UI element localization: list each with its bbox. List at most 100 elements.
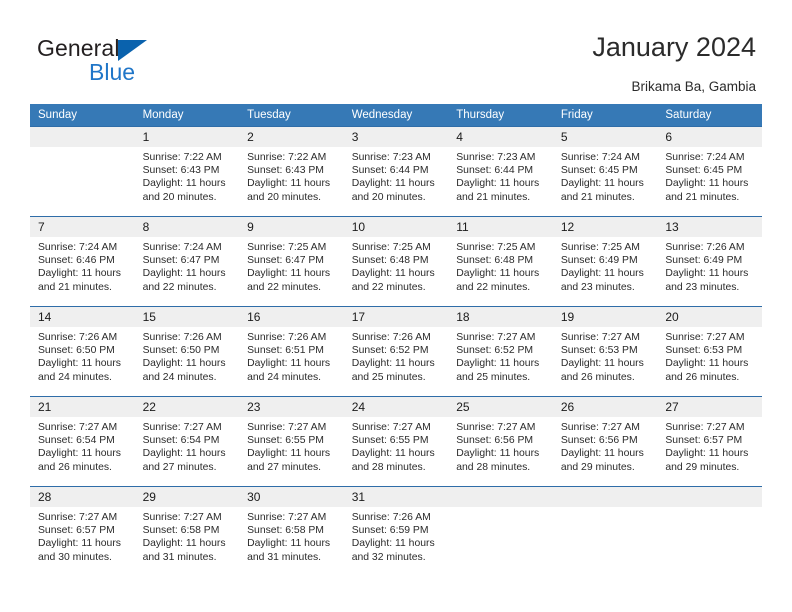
day-details: Sunrise: 7:25 AM Sunset: 6:47 PM Daylight:… xyxy=(239,237,344,294)
weekday-header-thursday: Thursday xyxy=(448,104,553,127)
sunrise-text: Sunrise: 7:24 AM xyxy=(665,152,745,163)
sunrise-text: Sunrise: 7:27 AM xyxy=(247,512,327,523)
daylight-text: and 28 minutes. xyxy=(351,461,426,473)
sunset-text: Sunset: 6:48 PM xyxy=(456,255,534,267)
day-cell[interactable]: 25 Sunrise: 7:27 AM Sunset: 6:56 PM Dayligh… xyxy=(448,396,553,487)
sunset-text: Sunset: 6:43 PM xyxy=(247,165,324,177)
day-number: 28 xyxy=(30,487,135,507)
day-number: 24 xyxy=(343,397,449,417)
sunset-text: Sunset: 6:54 PM xyxy=(142,435,220,447)
daylight-text: Daylight: 11 hours xyxy=(142,358,226,370)
sunset-text: Sunset: 6:44 PM xyxy=(351,165,429,177)
weekday-header-wednesday: Wednesday xyxy=(343,104,449,127)
day-cell[interactable]: 12 Sunrise: 7:25 AM Sunset: 6:49 PM Dayligh… xyxy=(552,216,658,307)
daylight-text: and 22 minutes. xyxy=(142,281,217,293)
daylight-text: and 24 minutes. xyxy=(38,371,112,383)
day-number xyxy=(552,487,658,507)
daylight-text: and 26 minutes. xyxy=(665,371,740,383)
day-cell[interactable]: 20 Sunrise: 7:27 AM Sunset: 6:53 PM Dayligh… xyxy=(657,306,762,397)
daylight-text: and 24 minutes. xyxy=(142,371,217,383)
daylight-text: Daylight: 11 hours xyxy=(142,268,226,280)
day-details: Sunrise: 7:24 AM Sunset: 6:46 PM Daylight:… xyxy=(30,237,135,294)
day-number xyxy=(657,487,762,507)
daylight-text: Daylight: 11 hours xyxy=(456,448,540,460)
sunrise-text: Sunrise: 7:25 AM xyxy=(351,242,431,253)
day-cell[interactable]: 16 Sunrise: 7:26 AM Sunset: 6:51 PM Dayligh… xyxy=(239,306,344,397)
day-number: 21 xyxy=(30,397,135,417)
day-cell[interactable]: 23 Sunrise: 7:27 AM Sunset: 6:55 PM Dayligh… xyxy=(239,396,344,487)
day-details: Sunrise: 7:26 AM Sunset: 6:49 PM Daylight:… xyxy=(657,237,762,294)
day-number: 18 xyxy=(448,307,553,327)
daylight-text: and 30 minutes. xyxy=(38,551,112,563)
day-cell[interactable]: 24 Sunrise: 7:27 AM Sunset: 6:55 PM Dayligh… xyxy=(343,396,449,487)
day-cell[interactable]: 31 Sunrise: 7:26 AM Sunset: 6:59 PM Dayligh… xyxy=(343,486,449,576)
day-cell[interactable]: 9 Sunrise: 7:25 AM Sunset: 6:47 PM Daylight… xyxy=(239,216,344,307)
day-cell[interactable]: 3 Sunrise: 7:23 AM Sunset: 6:44 PM Daylight… xyxy=(343,126,449,217)
day-details: Sunrise: 7:27 AM Sunset: 6:58 PM Daylight:… xyxy=(239,507,344,564)
sunset-text: Sunset: 6:44 PM xyxy=(456,165,534,177)
day-cell[interactable]: 4 Sunrise: 7:23 AM Sunset: 6:44 PM Daylight… xyxy=(448,126,553,217)
weekday-header-friday: Friday xyxy=(552,104,658,127)
daylight-text: Daylight: 11 hours xyxy=(351,358,435,370)
daylight-text: Daylight: 11 hours xyxy=(665,358,749,370)
daylight-text: and 29 minutes. xyxy=(665,461,740,473)
day-details: Sunrise: 7:22 AM Sunset: 6:43 PM Daylight:… xyxy=(135,147,240,204)
day-cell[interactable]: 2 Sunrise: 7:22 AM Sunset: 6:43 PM Daylight… xyxy=(239,126,344,217)
sunset-text: Sunset: 6:53 PM xyxy=(665,345,743,357)
daylight-text: and 23 minutes. xyxy=(560,281,635,293)
general-blue-logo[interactable]: General Blue xyxy=(37,36,217,85)
sunrise-text: Sunrise: 7:23 AM xyxy=(456,152,536,163)
day-cell[interactable]: 29 Sunrise: 7:27 AM Sunset: 6:58 PM Dayligh… xyxy=(134,486,240,576)
sunrise-text: Sunrise: 7:27 AM xyxy=(351,422,431,433)
daylight-text: Daylight: 11 hours xyxy=(247,448,331,460)
day-cell[interactable]: 19 Sunrise: 7:27 AM Sunset: 6:53 PM Dayligh… xyxy=(552,306,658,397)
day-number: 13 xyxy=(657,217,762,237)
day-cell-empty xyxy=(448,486,553,576)
day-cell[interactable]: 13 Sunrise: 7:26 AM Sunset: 6:49 PM Dayligh… xyxy=(657,216,762,307)
sunset-text: Sunset: 6:59 PM xyxy=(351,525,429,537)
day-cell[interactable]: 30 Sunrise: 7:27 AM Sunset: 6:58 PM Dayligh… xyxy=(239,486,344,576)
sunrise-text: Sunrise: 7:27 AM xyxy=(456,422,536,433)
sunrise-text: Sunrise: 7:27 AM xyxy=(456,332,536,343)
day-cell[interactable]: 6 Sunrise: 7:24 AM Sunset: 6:45 PM Daylight… xyxy=(657,126,762,217)
sunset-text: Sunset: 6:52 PM xyxy=(456,345,534,357)
sunrise-text: Sunrise: 7:27 AM xyxy=(247,422,327,433)
day-cell[interactable]: 26 Sunrise: 7:27 AM Sunset: 6:56 PM Dayligh… xyxy=(552,396,658,487)
day-number: 1 xyxy=(134,127,240,147)
day-details: Sunrise: 7:26 AM Sunset: 6:50 PM Daylight:… xyxy=(30,327,135,384)
day-cell[interactable]: 18 Sunrise: 7:27 AM Sunset: 6:52 PM Dayligh… xyxy=(448,306,553,397)
sunset-text: Sunset: 6:50 PM xyxy=(38,345,115,357)
day-cell[interactable]: 8 Sunrise: 7:24 AM Sunset: 6:47 PM Daylight… xyxy=(134,216,240,307)
weekday-header-saturday: Saturday xyxy=(657,104,762,127)
page-title: January 2024 xyxy=(592,32,756,62)
day-cell[interactable]: 15 Sunrise: 7:26 AM Sunset: 6:50 PM Dayligh… xyxy=(134,306,240,397)
day-details: Sunrise: 7:27 AM Sunset: 6:56 PM Daylight:… xyxy=(553,417,658,474)
day-details: Sunrise: 7:27 AM Sunset: 6:55 PM Daylight:… xyxy=(239,417,344,474)
day-cell[interactable]: 22 Sunrise: 7:27 AM Sunset: 6:54 PM Dayligh… xyxy=(134,396,240,487)
sunrise-text: Sunrise: 7:27 AM xyxy=(38,512,118,523)
daylight-text: Daylight: 11 hours xyxy=(560,358,644,370)
day-details: Sunrise: 7:24 AM Sunset: 6:45 PM Daylight:… xyxy=(657,147,762,204)
day-details: Sunrise: 7:27 AM Sunset: 6:56 PM Daylight:… xyxy=(448,417,553,474)
day-number: 25 xyxy=(448,397,553,417)
day-cell[interactable]: 27 Sunrise: 7:27 AM Sunset: 6:57 PM Dayligh… xyxy=(657,396,762,487)
day-cell[interactable]: 10 Sunrise: 7:25 AM Sunset: 6:48 PM Dayligh… xyxy=(343,216,449,307)
day-cell[interactable]: 7 Sunrise: 7:24 AM Sunset: 6:46 PM Daylight… xyxy=(30,216,135,307)
day-cell[interactable]: 5 Sunrise: 7:24 AM Sunset: 6:45 PM Daylight… xyxy=(552,126,658,217)
daylight-text: Daylight: 11 hours xyxy=(38,538,121,550)
day-cell[interactable]: 14 Sunrise: 7:26 AM Sunset: 6:50 PM Dayligh… xyxy=(30,306,135,397)
day-cell[interactable]: 21 Sunrise: 7:27 AM Sunset: 6:54 PM Dayligh… xyxy=(30,396,135,487)
day-cell[interactable]: 1 Sunrise: 7:22 AM Sunset: 6:43 PM Daylight… xyxy=(134,126,240,217)
day-cell[interactable]: 28 Sunrise: 7:27 AM Sunset: 6:57 PM Dayligh… xyxy=(30,486,135,576)
day-cell[interactable]: 11 Sunrise: 7:25 AM Sunset: 6:48 PM Dayligh… xyxy=(448,216,553,307)
daylight-text: Daylight: 11 hours xyxy=(665,448,749,460)
day-details: Sunrise: 7:26 AM Sunset: 6:52 PM Daylight:… xyxy=(344,327,449,384)
day-number: 8 xyxy=(134,217,240,237)
calendar-week-row: 21 Sunrise: 7:27 AM Sunset: 6:54 PM Dayligh… xyxy=(30,396,762,487)
day-cell[interactable]: 17 Sunrise: 7:26 AM Sunset: 6:52 PM Dayligh… xyxy=(343,306,449,397)
sunset-text: Sunset: 6:56 PM xyxy=(560,435,638,447)
day-cell-empty xyxy=(30,126,135,217)
daylight-text: and 20 minutes. xyxy=(247,191,322,203)
day-number: 20 xyxy=(657,307,762,327)
day-number: 10 xyxy=(343,217,449,237)
